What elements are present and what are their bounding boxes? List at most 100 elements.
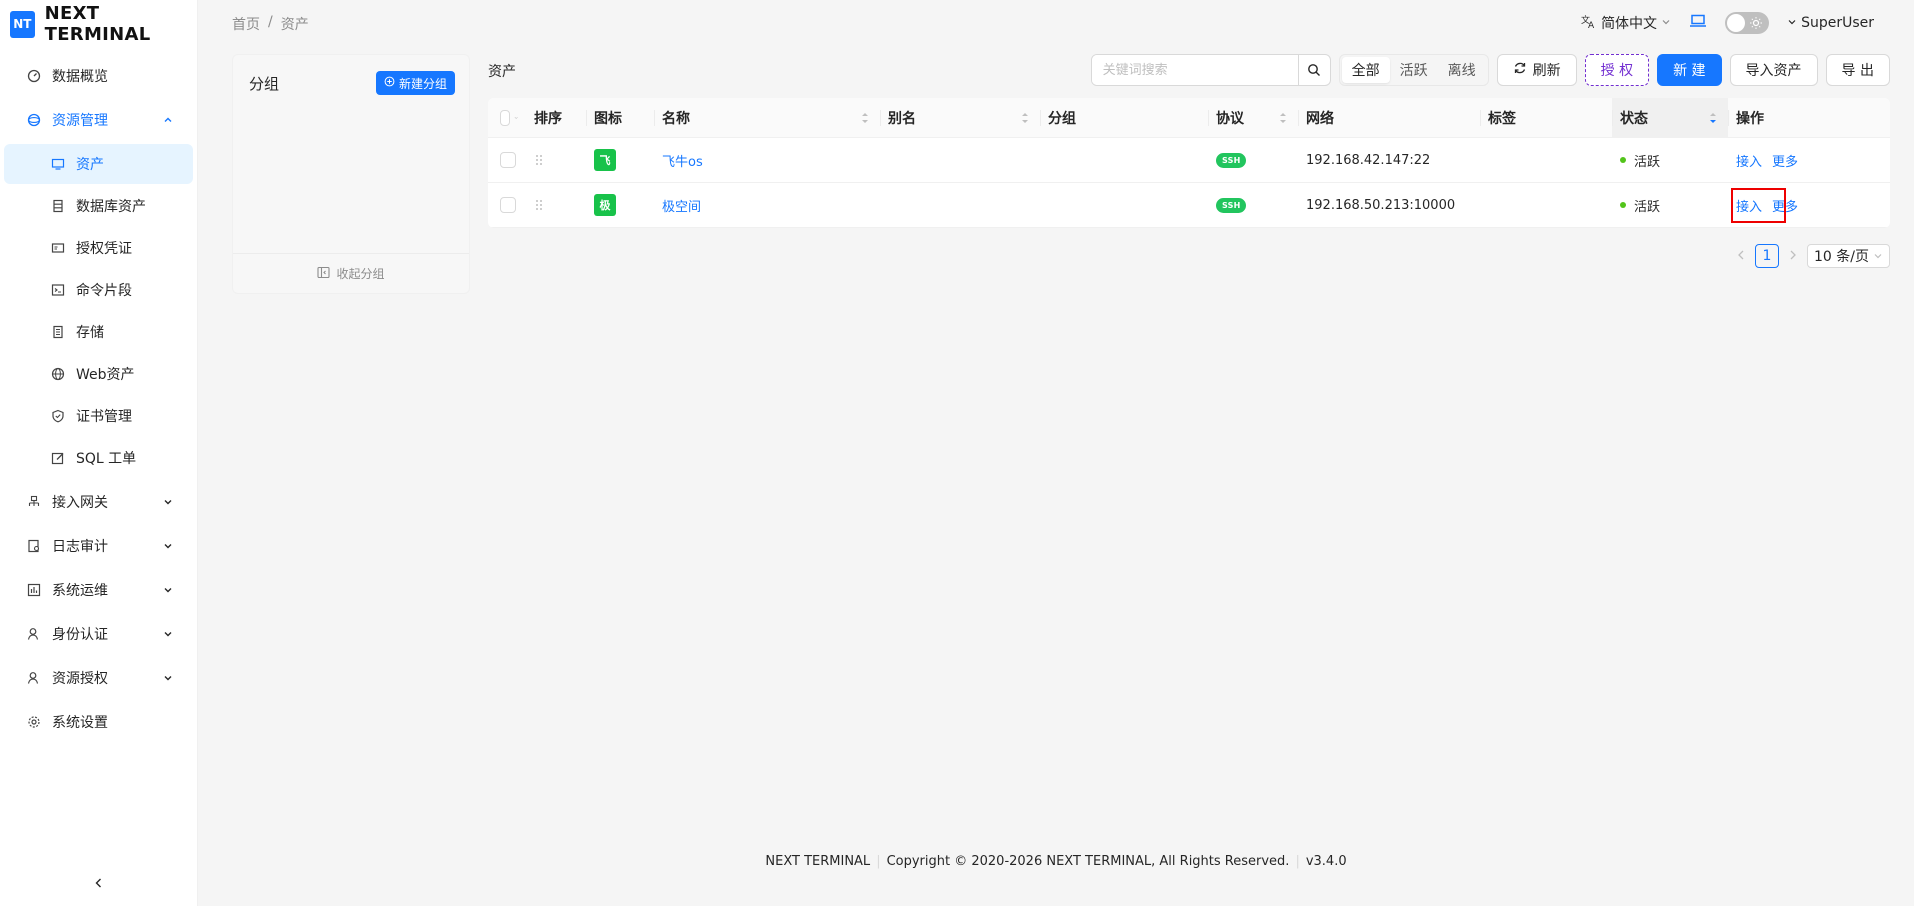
next-page-icon[interactable]: [1789, 248, 1797, 264]
sidebar-item-label: 身份认证: [52, 627, 108, 643]
sort-icon: [1280, 113, 1286, 123]
status-dot: [1620, 202, 1626, 208]
refresh-button[interactable]: 刷新: [1496, 54, 1577, 86]
sidebar-item-label: 接入网关: [52, 495, 108, 511]
sort-icon: [1022, 113, 1028, 123]
sidebar-item-dashboard[interactable]: 数据概览: [0, 54, 197, 98]
export-button[interactable]: 导 出: [1825, 54, 1890, 86]
chevron-down-icon: [161, 627, 175, 641]
sidebar-subitem-sql-orders[interactable]: SQL 工单: [4, 438, 193, 478]
more-link[interactable]: 更多: [1772, 151, 1798, 170]
breadcrumb-separator: /: [268, 14, 273, 30]
header-actions: 文A 简体中文 SuperUser: [1581, 12, 1874, 34]
drag-handle[interactable]: [526, 138, 586, 182]
chevron-down-icon: [161, 495, 175, 509]
row-checkbox[interactable]: [500, 197, 516, 213]
sidebar-subitem-label: 证书管理: [76, 409, 132, 425]
laptop-icon[interactable]: [1689, 13, 1707, 33]
col-name[interactable]: 名称: [654, 98, 880, 137]
connect-link[interactable]: 接入: [1736, 151, 1762, 170]
sidebar-item-system-ops[interactable]: 系统运维: [0, 568, 197, 612]
refresh-icon: [1513, 61, 1527, 79]
sidebar-subitem-database-assets[interactable]: 数据库资产: [4, 186, 193, 226]
asset-name-cell: 飞牛os: [654, 138, 880, 182]
sidebar-subitem-web-assets[interactable]: Web资产: [4, 354, 193, 394]
chevron-down-icon: [161, 539, 175, 553]
row-checkbox[interactable]: [500, 152, 516, 168]
sidebar-item-log-audit[interactable]: 日志审计: [0, 524, 197, 568]
import-assets-button[interactable]: 导入资产: [1729, 54, 1818, 86]
col-protocol[interactable]: 协议: [1208, 98, 1298, 137]
group-panel-title: 分组: [249, 75, 280, 93]
user-menu[interactable]: SuperUser: [1787, 15, 1874, 31]
chevron-down-icon: [1787, 15, 1797, 31]
logo[interactable]: NT NEXT TERMINAL: [0, 0, 197, 48]
search-button[interactable]: [1297, 55, 1330, 85]
sidebar-subitem-assets[interactable]: 资产: [4, 144, 193, 184]
page-number[interactable]: 1: [1755, 244, 1780, 268]
asset-name-link[interactable]: 极空间: [662, 196, 701, 215]
footer: NEXT TERMINAL | Copyright © 2020-2026 NEXT…: [765, 854, 1347, 869]
connect-link[interactable]: 接入: [1736, 196, 1762, 215]
col-status[interactable]: 状态: [1612, 98, 1728, 137]
footer-copyright: Copyright © 2020-2026 NEXT TERMINAL, All…: [886, 854, 1290, 869]
sidebar-subitem-label: 授权凭证: [76, 241, 132, 257]
filter-active[interactable]: 活跃: [1390, 57, 1438, 83]
new-group-button[interactable]: 新建分组: [375, 71, 455, 95]
terminal-icon: [50, 282, 66, 298]
sidebar-subitem-certificates[interactable]: 证书管理: [4, 396, 193, 436]
sidebar-subitem-label: SQL 工单: [76, 451, 137, 467]
asset-network: 192.168.42.147:22: [1306, 152, 1431, 168]
asset-protocol-cell: SSH: [1208, 138, 1298, 182]
sidebar-subitem-storage[interactable]: 存储: [4, 312, 193, 352]
sidebar-item-resource-management[interactable]: 资源管理: [0, 98, 197, 142]
translate-icon: 文A: [1581, 13, 1597, 33]
language-selector[interactable]: 文A 简体中文: [1581, 13, 1671, 33]
sidebar-subitem-label: 资产: [76, 157, 104, 173]
prev-page-icon[interactable]: [1737, 248, 1745, 264]
sidebar-subitem-credentials[interactable]: 授权凭证: [4, 228, 193, 268]
chevron-down-icon: [161, 671, 175, 685]
col-alias[interactable]: 别名: [880, 98, 1040, 137]
sidebar-item-resource-auth[interactable]: 资源授权: [0, 656, 197, 700]
sidebar-item-access-gateway[interactable]: 接入网关: [0, 480, 197, 524]
user-icon: [26, 670, 42, 686]
asset-icon: 极: [594, 194, 616, 216]
authorize-button[interactable]: 授 权: [1584, 54, 1650, 86]
drag-handle[interactable]: [526, 183, 586, 227]
footer-brand: NEXT TERMINAL: [765, 854, 871, 869]
sidebar-item-system-settings[interactable]: 系统设置: [0, 700, 197, 744]
sort-icon: [862, 113, 868, 123]
more-link[interactable]: 更多: [1772, 196, 1798, 215]
asset-name-link[interactable]: 飞牛os: [662, 151, 703, 170]
logo-text: NEXT TERMINAL: [44, 3, 151, 45]
filter-offline[interactable]: 离线: [1438, 57, 1486, 83]
toggle-knob: [1727, 14, 1746, 32]
collapse-group-button[interactable]: 收起分组: [233, 253, 469, 293]
sort-icon: [1710, 113, 1716, 123]
asset-actions: 接入 更多: [1728, 183, 1890, 227]
select-all-checkbox[interactable]: [500, 109, 510, 126]
new-asset-button[interactable]: 新 建: [1657, 54, 1722, 86]
theme-toggle[interactable]: [1725, 12, 1770, 34]
sidebar-subitem-command-snippets[interactable]: 命令片段: [4, 270, 193, 310]
collapse-sidebar-button[interactable]: [88, 872, 110, 894]
asset-protocol-cell: SSH: [1208, 183, 1298, 227]
sidebar-subitem-label: 存储: [76, 325, 104, 341]
page-size-select[interactable]: 10 条/页: [1807, 244, 1890, 268]
sidebar-item-identity-auth[interactable]: 身份认证: [0, 612, 197, 656]
chevron-down-icon: [514, 116, 518, 119]
search-input[interactable]: [1091, 55, 1298, 85]
ops-icon: [26, 582, 42, 598]
drag-handle-icon: [536, 200, 542, 210]
shield-icon: [50, 408, 66, 424]
toolbar-actions: 全部 活跃 离线 刷新 授 权 新 建 导入资产 导 出: [1090, 54, 1890, 86]
toolbar-title: 资产: [488, 64, 516, 80]
filter-all[interactable]: 全部: [1341, 57, 1390, 83]
page-size-value: 10 条/页: [1814, 249, 1869, 265]
asset-actions: 接入 更多: [1728, 138, 1890, 182]
main-content: 资产 全部 活跃 离线 刷新 授 权 新 建 导入资产 导: [470, 48, 1914, 906]
status-badge: 活跃: [1634, 154, 1661, 170]
col-actions: 操作: [1728, 98, 1890, 137]
breadcrumb-home[interactable]: 首页: [232, 14, 260, 34]
